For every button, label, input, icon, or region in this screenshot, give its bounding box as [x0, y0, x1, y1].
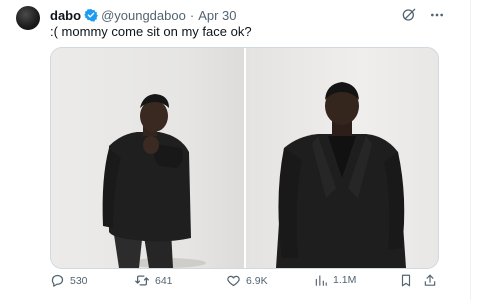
verified-badge-icon[interactable] [84, 8, 98, 22]
tweet-text: :( mommy come sit on my face ok? [50, 24, 252, 39]
heart-icon [227, 275, 240, 287]
views-button[interactable]: 1.1M [314, 273, 356, 287]
reply-icon [51, 274, 64, 287]
tweet-top-actions [400, 6, 446, 24]
person-hand-to-face-image [102, 94, 206, 268]
grok-icon[interactable] [400, 6, 418, 24]
tweet-header: dabo @youngdaboo · Apr 30 [50, 6, 237, 24]
reply-count: 530 [70, 274, 88, 287]
share-icon [424, 274, 436, 286]
reply-button[interactable]: 530 [50, 273, 88, 288]
user-handle[interactable]: @youngdaboo [101, 8, 186, 23]
separator-dot: · [189, 7, 195, 23]
display-name[interactable]: dabo [50, 8, 81, 23]
bookmark-icon [401, 274, 411, 287]
like-count: 6.9K [246, 274, 268, 287]
tweet-actions-bar: 530 641 6.9K 1.1M [50, 273, 440, 293]
tweet-media-grid[interactable] [50, 47, 439, 269]
photo-right[interactable] [246, 48, 438, 268]
more-options-icon[interactable] [428, 6, 446, 24]
like-button[interactable]: 6.9K [226, 273, 268, 288]
share-button[interactable] [423, 273, 437, 288]
avatar[interactable] [16, 6, 40, 30]
photo-left[interactable] [51, 48, 244, 268]
right-column-edge [471, 0, 479, 300]
analytics-icon [315, 275, 327, 286]
repost-count: 641 [155, 274, 173, 287]
tweet-date[interactable]: Apr 30 [198, 8, 236, 23]
person-black-suit-image [276, 82, 406, 268]
repost-icon [135, 275, 149, 286]
view-count: 1.1M [333, 274, 357, 286]
bookmark-button[interactable] [399, 273, 413, 288]
repost-button[interactable]: 641 [134, 273, 173, 288]
